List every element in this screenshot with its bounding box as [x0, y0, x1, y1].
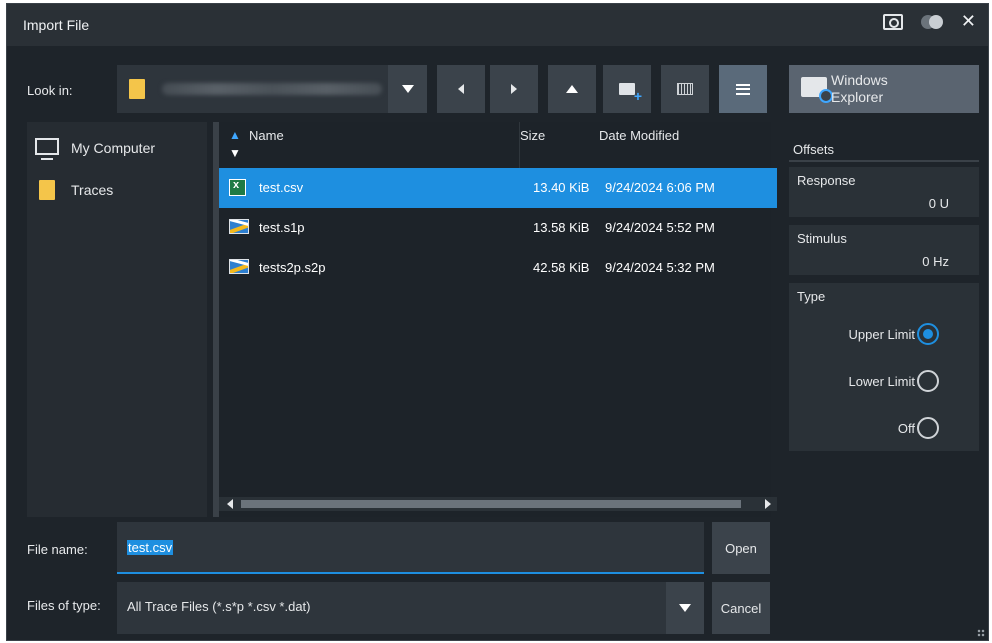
excel-file-icon [229, 179, 246, 196]
arrow-left-icon [458, 84, 464, 94]
toggle-icon[interactable] [920, 15, 943, 29]
open-button[interactable]: Open [712, 522, 770, 574]
file-date: 9/24/2024 5:52 PM [605, 220, 715, 235]
file-name: test.csv [259, 180, 304, 195]
files-of-type-value: All Trace Files (*.s*p *.csv *.dat) [127, 599, 311, 614]
scrollbar-thumb[interactable] [241, 500, 741, 508]
stimulus-label: Stimulus [797, 231, 847, 246]
arrow-up-icon [566, 85, 578, 93]
response-field[interactable]: Response 0 U [789, 167, 979, 217]
file-name: tests2p.s2p [259, 260, 326, 275]
new-folder-button[interactable] [603, 65, 651, 113]
type-group: Type Upper Limit Lower Limit Off [789, 283, 979, 451]
place-label: My Computer [71, 140, 156, 156]
radio-upper-limit[interactable] [917, 323, 939, 345]
file-date: 9/24/2024 5:32 PM [605, 260, 715, 275]
file-name-value: test.csv [127, 540, 174, 555]
files-of-type-select[interactable]: All Trace Files (*.s*p *.csv *.dat) [117, 582, 704, 634]
back-button[interactable] [437, 65, 485, 113]
columns-icon [677, 83, 693, 95]
list-view-button[interactable] [719, 65, 767, 113]
file-name: test.s1p [259, 220, 305, 235]
explorer-label-line2: Explorer [831, 89, 884, 105]
import-file-dialog: Import File ✕ Look in: Windows Explorer [6, 3, 989, 641]
monitor-icon [35, 138, 59, 160]
stimulus-field[interactable]: Stimulus 0 Hz [789, 225, 979, 275]
type-title: Type [797, 289, 826, 304]
folder-icon [129, 79, 145, 99]
close-icon[interactable]: ✕ [961, 13, 976, 31]
up-folder-button[interactable] [548, 65, 596, 113]
dialog-title: Import File [23, 17, 90, 33]
column-header-size[interactable]: Size [519, 122, 599, 168]
forward-button[interactable] [490, 65, 538, 113]
new-folder-icon [619, 83, 642, 104]
file-size: 42.58 KiB [533, 260, 590, 275]
file-name-label: File name: [27, 542, 88, 557]
place-traces[interactable]: Traces [27, 172, 207, 208]
sort-descending-icon: ▼ [229, 146, 241, 160]
camera-icon[interactable] [882, 14, 903, 30]
look-in-dropdown-button[interactable] [388, 65, 427, 113]
resize-grip-icon[interactable] [977, 629, 985, 637]
radio-off[interactable] [917, 417, 939, 439]
places-panel: My Computer Traces [27, 122, 207, 517]
column-size-label: Size [520, 128, 546, 143]
files-of-type-label: Files of type: [27, 598, 101, 613]
column-header-name[interactable]: ▲ ▼ Name [219, 122, 519, 168]
scroll-right-icon[interactable] [765, 499, 771, 509]
trace-file-icon [229, 219, 249, 234]
file-size: 13.40 KiB [533, 180, 590, 195]
trace-file-icon [229, 259, 249, 274]
file-list: ▲ ▼ Name Size Date Modified test.csv 13.… [213, 122, 777, 517]
radio-label-lower-limit: Lower Limit [848, 374, 915, 389]
response-value: 0 U [928, 196, 949, 211]
arrow-right-icon [511, 84, 517, 94]
file-size: 13.58 KiB [533, 220, 590, 235]
look-in-label: Look in: [27, 83, 73, 98]
open-button-label: Open [725, 540, 757, 556]
folder-icon [39, 180, 55, 200]
scroll-left-icon[interactable] [227, 499, 233, 509]
file-date: 9/24/2024 6:06 PM [605, 180, 715, 195]
windows-explorer-button[interactable]: Windows Explorer [789, 65, 979, 113]
column-header-date[interactable]: Date Modified [599, 122, 777, 168]
sort-ascending-icon: ▲ [229, 128, 241, 142]
offsets-title: Offsets [793, 142, 834, 157]
response-label: Response [797, 173, 856, 188]
stimulus-value: 0 Hz [922, 254, 949, 269]
radio-lower-limit[interactable] [917, 370, 939, 392]
title-bar: Import File ✕ [7, 4, 988, 46]
file-name-input[interactable]: test.csv [117, 522, 704, 574]
file-row[interactable]: test.csv 13.40 KiB 9/24/2024 6:06 PM [219, 168, 777, 208]
look-in-path-blurred [162, 83, 382, 95]
detail-view-button[interactable] [661, 65, 709, 113]
chevron-down-icon [401, 85, 414, 93]
radio-label-upper-limit: Upper Limit [848, 327, 915, 342]
cancel-button[interactable]: Cancel [712, 582, 770, 634]
horizontal-scrollbar[interactable] [219, 497, 777, 511]
chevron-down-icon [679, 604, 691, 612]
place-label: Traces [71, 182, 114, 198]
column-date-label: Date Modified [599, 128, 680, 143]
column-name-label: Name [249, 128, 284, 143]
radio-label-off: Off [897, 421, 915, 436]
place-my-computer[interactable]: My Computer [27, 130, 207, 166]
list-icon [736, 83, 750, 95]
file-row[interactable]: test.s1p 13.58 KiB 9/24/2024 5:52 PM [219, 208, 777, 248]
offsets-header: Offsets [789, 122, 979, 162]
explorer-icon [801, 77, 833, 103]
cancel-button-label: Cancel [720, 600, 762, 616]
file-row[interactable]: tests2p.s2p 42.58 KiB 9/24/2024 5:32 PM [219, 248, 777, 288]
explorer-label-line1: Windows [831, 72, 888, 88]
files-of-type-dropdown-button[interactable] [666, 582, 704, 634]
look-in-combobox[interactable] [117, 65, 427, 113]
